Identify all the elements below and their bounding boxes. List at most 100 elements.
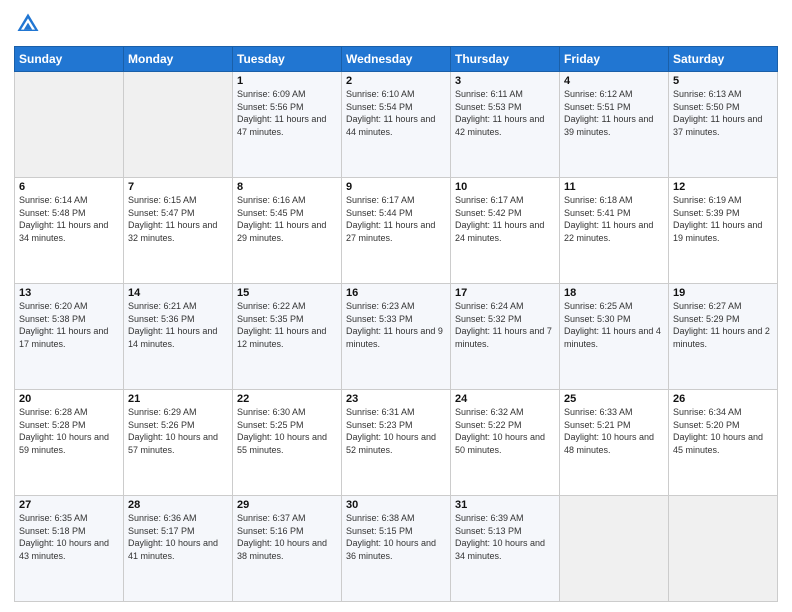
day-info: Sunrise: 6:24 AM Sunset: 5:32 PM Dayligh… — [455, 300, 555, 350]
day-number: 8 — [237, 181, 337, 193]
day-info: Sunrise: 6:33 AM Sunset: 5:21 PM Dayligh… — [564, 406, 664, 456]
day-number: 23 — [346, 393, 446, 405]
day-number: 24 — [455, 393, 555, 405]
day-number: 10 — [455, 181, 555, 193]
calendar-cell: 7Sunrise: 6:15 AM Sunset: 5:47 PM Daylig… — [124, 178, 233, 284]
day-info: Sunrise: 6:22 AM Sunset: 5:35 PM Dayligh… — [237, 300, 337, 350]
calendar-cell: 6Sunrise: 6:14 AM Sunset: 5:48 PM Daylig… — [15, 178, 124, 284]
calendar-cell: 28Sunrise: 6:36 AM Sunset: 5:17 PM Dayli… — [124, 496, 233, 602]
calendar-cell: 20Sunrise: 6:28 AM Sunset: 5:28 PM Dayli… — [15, 390, 124, 496]
calendar-cell: 27Sunrise: 6:35 AM Sunset: 5:18 PM Dayli… — [15, 496, 124, 602]
calendar-cell: 5Sunrise: 6:13 AM Sunset: 5:50 PM Daylig… — [669, 72, 778, 178]
calendar-cell: 21Sunrise: 6:29 AM Sunset: 5:26 PM Dayli… — [124, 390, 233, 496]
day-number: 13 — [19, 287, 119, 299]
day-info: Sunrise: 6:31 AM Sunset: 5:23 PM Dayligh… — [346, 406, 446, 456]
day-number: 16 — [346, 287, 446, 299]
day-number: 6 — [19, 181, 119, 193]
calendar-week-row: 20Sunrise: 6:28 AM Sunset: 5:28 PM Dayli… — [15, 390, 778, 496]
calendar-week-row: 1Sunrise: 6:09 AM Sunset: 5:56 PM Daylig… — [15, 72, 778, 178]
day-number: 29 — [237, 499, 337, 511]
day-number: 15 — [237, 287, 337, 299]
day-number: 5 — [673, 75, 773, 87]
day-number: 4 — [564, 75, 664, 87]
day-number: 14 — [128, 287, 228, 299]
day-info: Sunrise: 6:17 AM Sunset: 5:44 PM Dayligh… — [346, 194, 446, 244]
logo-icon — [14, 10, 42, 38]
calendar-cell: 4Sunrise: 6:12 AM Sunset: 5:51 PM Daylig… — [560, 72, 669, 178]
day-number: 20 — [19, 393, 119, 405]
day-info: Sunrise: 6:19 AM Sunset: 5:39 PM Dayligh… — [673, 194, 773, 244]
day-info: Sunrise: 6:09 AM Sunset: 5:56 PM Dayligh… — [237, 88, 337, 138]
day-info: Sunrise: 6:28 AM Sunset: 5:28 PM Dayligh… — [19, 406, 119, 456]
day-of-week-header: Wednesday — [342, 47, 451, 72]
day-number: 27 — [19, 499, 119, 511]
calendar-cell: 2Sunrise: 6:10 AM Sunset: 5:54 PM Daylig… — [342, 72, 451, 178]
day-of-week-header: Tuesday — [233, 47, 342, 72]
calendar-cell: 8Sunrise: 6:16 AM Sunset: 5:45 PM Daylig… — [233, 178, 342, 284]
calendar-cell: 22Sunrise: 6:30 AM Sunset: 5:25 PM Dayli… — [233, 390, 342, 496]
day-number: 21 — [128, 393, 228, 405]
day-info: Sunrise: 6:32 AM Sunset: 5:22 PM Dayligh… — [455, 406, 555, 456]
day-info: Sunrise: 6:21 AM Sunset: 5:36 PM Dayligh… — [128, 300, 228, 350]
calendar-cell: 10Sunrise: 6:17 AM Sunset: 5:42 PM Dayli… — [451, 178, 560, 284]
calendar-week-row: 27Sunrise: 6:35 AM Sunset: 5:18 PM Dayli… — [15, 496, 778, 602]
calendar-cell — [15, 72, 124, 178]
calendar-cell: 17Sunrise: 6:24 AM Sunset: 5:32 PM Dayli… — [451, 284, 560, 390]
day-of-week-header: Saturday — [669, 47, 778, 72]
day-info: Sunrise: 6:10 AM Sunset: 5:54 PM Dayligh… — [346, 88, 446, 138]
calendar-cell: 25Sunrise: 6:33 AM Sunset: 5:21 PM Dayli… — [560, 390, 669, 496]
logo — [14, 10, 46, 38]
day-info: Sunrise: 6:23 AM Sunset: 5:33 PM Dayligh… — [346, 300, 446, 350]
day-info: Sunrise: 6:30 AM Sunset: 5:25 PM Dayligh… — [237, 406, 337, 456]
calendar-cell: 30Sunrise: 6:38 AM Sunset: 5:15 PM Dayli… — [342, 496, 451, 602]
calendar-cell: 29Sunrise: 6:37 AM Sunset: 5:16 PM Dayli… — [233, 496, 342, 602]
day-of-week-header: Monday — [124, 47, 233, 72]
day-info: Sunrise: 6:25 AM Sunset: 5:30 PM Dayligh… — [564, 300, 664, 350]
page: SundayMondayTuesdayWednesdayThursdayFrid… — [0, 0, 792, 612]
calendar-week-row: 6Sunrise: 6:14 AM Sunset: 5:48 PM Daylig… — [15, 178, 778, 284]
day-info: Sunrise: 6:12 AM Sunset: 5:51 PM Dayligh… — [564, 88, 664, 138]
day-info: Sunrise: 6:11 AM Sunset: 5:53 PM Dayligh… — [455, 88, 555, 138]
day-info: Sunrise: 6:34 AM Sunset: 5:20 PM Dayligh… — [673, 406, 773, 456]
day-info: Sunrise: 6:15 AM Sunset: 5:47 PM Dayligh… — [128, 194, 228, 244]
calendar-cell: 14Sunrise: 6:21 AM Sunset: 5:36 PM Dayli… — [124, 284, 233, 390]
calendar-cell — [124, 72, 233, 178]
day-number: 26 — [673, 393, 773, 405]
calendar-cell: 18Sunrise: 6:25 AM Sunset: 5:30 PM Dayli… — [560, 284, 669, 390]
calendar-cell: 3Sunrise: 6:11 AM Sunset: 5:53 PM Daylig… — [451, 72, 560, 178]
day-number: 18 — [564, 287, 664, 299]
calendar-cell — [560, 496, 669, 602]
calendar-cell: 1Sunrise: 6:09 AM Sunset: 5:56 PM Daylig… — [233, 72, 342, 178]
day-number: 28 — [128, 499, 228, 511]
day-number: 9 — [346, 181, 446, 193]
day-info: Sunrise: 6:36 AM Sunset: 5:17 PM Dayligh… — [128, 512, 228, 562]
calendar-cell: 13Sunrise: 6:20 AM Sunset: 5:38 PM Dayli… — [15, 284, 124, 390]
day-info: Sunrise: 6:29 AM Sunset: 5:26 PM Dayligh… — [128, 406, 228, 456]
day-number: 30 — [346, 499, 446, 511]
calendar-cell: 24Sunrise: 6:32 AM Sunset: 5:22 PM Dayli… — [451, 390, 560, 496]
calendar-cell: 15Sunrise: 6:22 AM Sunset: 5:35 PM Dayli… — [233, 284, 342, 390]
calendar-cell: 26Sunrise: 6:34 AM Sunset: 5:20 PM Dayli… — [669, 390, 778, 496]
calendar-cell: 9Sunrise: 6:17 AM Sunset: 5:44 PM Daylig… — [342, 178, 451, 284]
day-number: 3 — [455, 75, 555, 87]
calendar-cell: 16Sunrise: 6:23 AM Sunset: 5:33 PM Dayli… — [342, 284, 451, 390]
day-number: 11 — [564, 181, 664, 193]
calendar-week-row: 13Sunrise: 6:20 AM Sunset: 5:38 PM Dayli… — [15, 284, 778, 390]
day-info: Sunrise: 6:35 AM Sunset: 5:18 PM Dayligh… — [19, 512, 119, 562]
day-info: Sunrise: 6:13 AM Sunset: 5:50 PM Dayligh… — [673, 88, 773, 138]
day-info: Sunrise: 6:16 AM Sunset: 5:45 PM Dayligh… — [237, 194, 337, 244]
day-number: 7 — [128, 181, 228, 193]
day-info: Sunrise: 6:27 AM Sunset: 5:29 PM Dayligh… — [673, 300, 773, 350]
day-info: Sunrise: 6:14 AM Sunset: 5:48 PM Dayligh… — [19, 194, 119, 244]
day-info: Sunrise: 6:39 AM Sunset: 5:13 PM Dayligh… — [455, 512, 555, 562]
day-info: Sunrise: 6:18 AM Sunset: 5:41 PM Dayligh… — [564, 194, 664, 244]
day-number: 31 — [455, 499, 555, 511]
day-info: Sunrise: 6:38 AM Sunset: 5:15 PM Dayligh… — [346, 512, 446, 562]
calendar-cell: 31Sunrise: 6:39 AM Sunset: 5:13 PM Dayli… — [451, 496, 560, 602]
calendar-cell: 12Sunrise: 6:19 AM Sunset: 5:39 PM Dayli… — [669, 178, 778, 284]
day-info: Sunrise: 6:17 AM Sunset: 5:42 PM Dayligh… — [455, 194, 555, 244]
day-number: 22 — [237, 393, 337, 405]
day-number: 19 — [673, 287, 773, 299]
calendar-cell — [669, 496, 778, 602]
day-info: Sunrise: 6:37 AM Sunset: 5:16 PM Dayligh… — [237, 512, 337, 562]
